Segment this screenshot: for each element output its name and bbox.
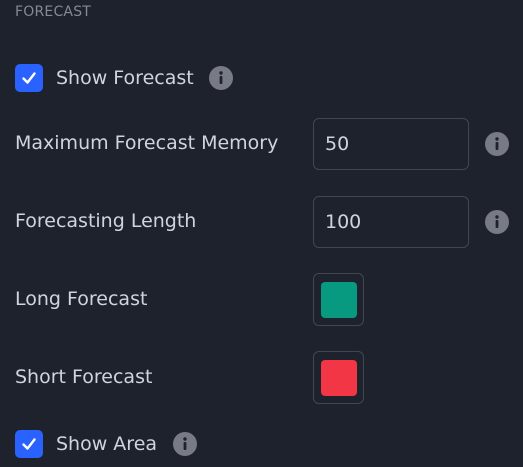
short-forecast-label: Short Forecast [15,366,153,388]
check-icon [22,72,36,84]
info-icon[interactable] [485,132,509,156]
info-icon[interactable] [173,432,198,456]
info-icon[interactable] [208,66,233,90]
long-forecast-color-swatch [320,281,357,318]
max-forecast-memory-input[interactable] [313,118,469,170]
max-forecast-memory-label: Maximum Forecast Memory [15,132,279,154]
show-forecast-row: Show Forecast [15,64,233,92]
section-title: FORECAST [15,4,92,20]
show-area-label[interactable]: Show Area [56,433,157,455]
short-forecast-color-swatch [320,359,357,396]
forecasting-length-label: Forecasting Length [15,210,197,232]
info-icon[interactable] [485,210,509,234]
forecasting-length-input[interactable] [313,196,469,248]
short-forecast-color-button[interactable] [313,351,364,404]
show-forecast-checkbox[interactable] [15,64,43,92]
long-forecast-label: Long Forecast [15,288,148,310]
show-area-row: Show Area [15,430,198,458]
show-forecast-label[interactable]: Show Forecast [56,67,194,89]
check-icon [22,438,36,450]
long-forecast-color-button[interactable] [313,273,364,326]
show-area-checkbox[interactable] [15,430,43,458]
